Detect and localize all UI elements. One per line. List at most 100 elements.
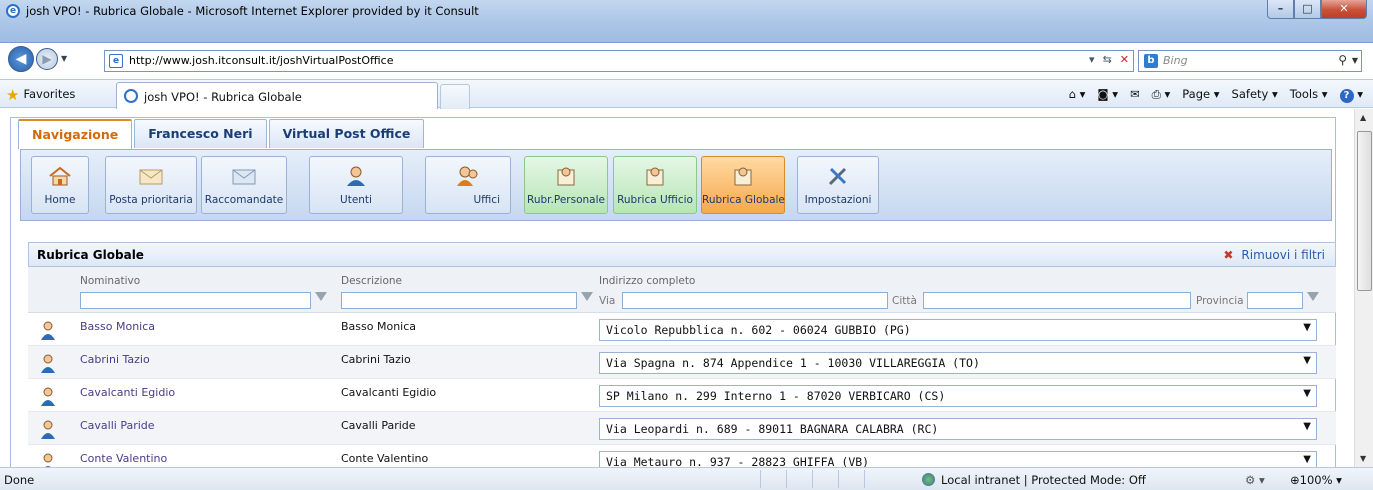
descrizione-filter-input[interactable]	[341, 292, 577, 309]
table-row[interactable]: Cavalli Paride Cavalli Paride Via Leopar…	[28, 412, 1336, 445]
home-icon[interactable]: ⌂ ▾	[1069, 87, 1086, 103]
home-button[interactable]: Home	[31, 156, 89, 214]
feeds-icon[interactable]: ◙ ▾	[1097, 87, 1118, 103]
safety-menu[interactable]: Safety ▾	[1232, 87, 1278, 103]
navigation-bar: ◀ ▶ ▼ e http://www.josh.itconsult.it/jos…	[0, 46, 1373, 74]
column-header-nominativo[interactable]: Nominativo	[80, 275, 140, 287]
uffici-label: Uffici	[473, 194, 500, 206]
browser-tab-title: josh VPO! - Rubrica Globale	[144, 90, 302, 104]
page-menu[interactable]: Page ▾	[1182, 87, 1219, 103]
raccomandate-button[interactable]: Raccomandate	[201, 156, 287, 214]
via-filter-input[interactable]	[622, 292, 888, 309]
window-titlebar: e josh VPO! - Rubrica Globale - Microsof…	[0, 0, 1373, 43]
uffici-button[interactable]: Uffici	[425, 156, 511, 214]
user-icon	[347, 166, 365, 186]
browser-tab[interactable]: josh VPO! - Rubrica Globale	[116, 82, 438, 109]
column-header-descrizione[interactable]: Descrizione	[341, 275, 402, 287]
ribbon-toolbar: Home Posta prioritaria Raccomandate Uten…	[20, 149, 1332, 221]
help-menu[interactable]: ? ▾	[1339, 87, 1363, 103]
minimize-button[interactable]: –	[1267, 0, 1294, 19]
filter-icon[interactable]	[315, 292, 327, 301]
tab-navigazione[interactable]: Navigazione	[18, 119, 133, 149]
provincia-filter-input[interactable]	[1247, 292, 1303, 309]
via-label: Via	[599, 295, 616, 307]
address-dropdown-icon[interactable]: ▾	[1089, 53, 1095, 66]
favorites-bar: ★ Favorites josh VPO! - Rubrica Globale ⌂…	[0, 79, 1373, 109]
forward-button[interactable]: ▶	[36, 48, 58, 70]
user-icon	[41, 387, 55, 406]
refresh-icon[interactable]: ⇆	[1103, 53, 1112, 66]
contact-name-link[interactable]: Conte Valentino	[80, 452, 167, 465]
table-row[interactable]: Cavalcanti Egidio Cavalcanti Egidio SP M…	[28, 379, 1336, 412]
address-select[interactable]: Vicolo Repubblica n. 602 - 06024 GUBBIO …	[599, 319, 1317, 341]
vertical-scrollbar[interactable]: ▲ ▼	[1354, 109, 1373, 467]
tools-menu[interactable]: Tools ▾	[1290, 87, 1328, 103]
user-icon	[41, 354, 55, 373]
provincia-label: Provincia	[1196, 295, 1244, 307]
address-select[interactable]: SP Milano n. 299 Interno 1 - 87020 VERBI…	[599, 385, 1317, 407]
rubrica-globale-button[interactable]: Rubrica Globale	[701, 156, 785, 214]
address-select[interactable]: Via Spagna n. 874 Appendice 1 - 10030 VI…	[599, 352, 1317, 374]
contact-name-link[interactable]: Cabrini Tazio	[80, 353, 150, 366]
back-button[interactable]: ◀	[8, 46, 34, 72]
filter-icon[interactable]	[581, 292, 593, 301]
new-tab-button[interactable]	[440, 84, 470, 109]
address-value: SP Milano n. 299 Interno 1 - 87020 VERBI…	[606, 389, 946, 403]
table-row[interactable]: Conte Valentino Conte Valentino Via Meta…	[28, 445, 1336, 467]
favorites-button[interactable]: ★ Favorites	[6, 86, 75, 104]
zoom-control[interactable]: ⊕100% ▾	[1290, 473, 1342, 487]
utenti-button[interactable]: Utenti	[309, 156, 403, 214]
scrollbar-thumb[interactable]	[1357, 131, 1372, 291]
status-text: Done	[4, 473, 35, 487]
address-tools: ▾ ⇆ ✕	[1089, 53, 1129, 66]
contact-name-link[interactable]: Basso Monica	[80, 320, 155, 333]
help-icon: ?	[1339, 89, 1354, 103]
impostazioni-button[interactable]: Impostazioni	[797, 156, 879, 214]
scroll-up-icon[interactable]: ▲	[1360, 113, 1366, 122]
rubrica-personale-button[interactable]: Rubr.Personale	[524, 156, 608, 214]
chevron-down-icon: ▼	[1303, 421, 1311, 432]
table-row[interactable]: Basso Monica Basso Monica Vicolo Repubbl…	[28, 313, 1336, 346]
search-icon[interactable]: ⚲	[1338, 53, 1347, 67]
address-value: Via Leopardi n. 689 - 89011 BAGNARA CALA…	[606, 422, 939, 436]
address-select[interactable]: Via Metauro n. 937 - 28823 GHIFFA (VB) ▼	[599, 451, 1317, 467]
star-icon: ★	[6, 86, 20, 104]
maximize-button[interactable]: □	[1294, 0, 1321, 19]
recent-pages-dropdown[interactable]: ▼	[61, 54, 67, 63]
address-bar[interactable]: e http://www.josh.itconsult.it/joshVirtu…	[104, 50, 1134, 72]
close-button[interactable]: ✕	[1321, 0, 1367, 19]
stop-icon[interactable]: ✕	[1120, 53, 1129, 66]
contact-name-link[interactable]: Cavalcanti Egidio	[80, 386, 175, 399]
citta-filter-input[interactable]	[923, 292, 1191, 309]
search-box[interactable]: b Bing ⚲ ▼	[1138, 50, 1362, 72]
contact-description: Cavalli Paride	[341, 419, 416, 432]
user-icon	[43, 453, 53, 467]
tools-icon	[828, 167, 847, 186]
posta-prioritaria-button[interactable]: Posta prioritaria	[105, 156, 197, 214]
column-header-indirizzo[interactable]: Indirizzo completo	[599, 275, 695, 287]
address-select[interactable]: Via Leopardi n. 689 - 89011 BAGNARA CALA…	[599, 418, 1317, 440]
url-text[interactable]: http://www.josh.itconsult.it/joshVirtual…	[129, 54, 393, 67]
address-value: Via Spagna n. 874 Appendice 1 - 10030 VI…	[606, 356, 980, 370]
chevron-down-icon: ▼	[1303, 388, 1311, 399]
print-icon[interactable]: ⎙ ▾	[1152, 87, 1171, 103]
search-placeholder: Bing	[1163, 54, 1188, 67]
tab-francesco-neri[interactable]: Francesco Neri	[134, 119, 267, 148]
table-row[interactable]: Cabrini Tazio Cabrini Tazio Via Spagna n…	[28, 346, 1336, 379]
filter-icon[interactable]	[1307, 292, 1319, 301]
scroll-down-icon[interactable]: ▼	[1360, 454, 1366, 463]
tab-virtual-post-office[interactable]: Virtual Post Office	[268, 119, 425, 148]
rubrica-personale-label: Rubr.Personale	[527, 194, 605, 206]
intranet-globe-icon	[922, 473, 935, 486]
protected-mode-icon[interactable]: ⚙ ▾	[1245, 473, 1265, 487]
rubrica-ufficio-button[interactable]: Rubrica Ufficio	[613, 156, 697, 214]
utenti-label: Utenti	[340, 194, 372, 206]
security-zone[interactable]: Local intranet | Protected Mode: Off	[922, 473, 1146, 487]
contact-name-link[interactable]: Cavalli Paride	[80, 419, 155, 432]
search-options-dropdown[interactable]: ▼	[1352, 56, 1358, 65]
bing-icon: b	[1144, 54, 1158, 68]
ie-logo-icon: e	[6, 4, 20, 18]
nominativo-filter-input[interactable]	[80, 292, 311, 309]
remove-filters-button[interactable]: ✖ Rimuovi i filtri	[1223, 248, 1325, 262]
mail-icon[interactable]: ✉	[1130, 87, 1140, 103]
